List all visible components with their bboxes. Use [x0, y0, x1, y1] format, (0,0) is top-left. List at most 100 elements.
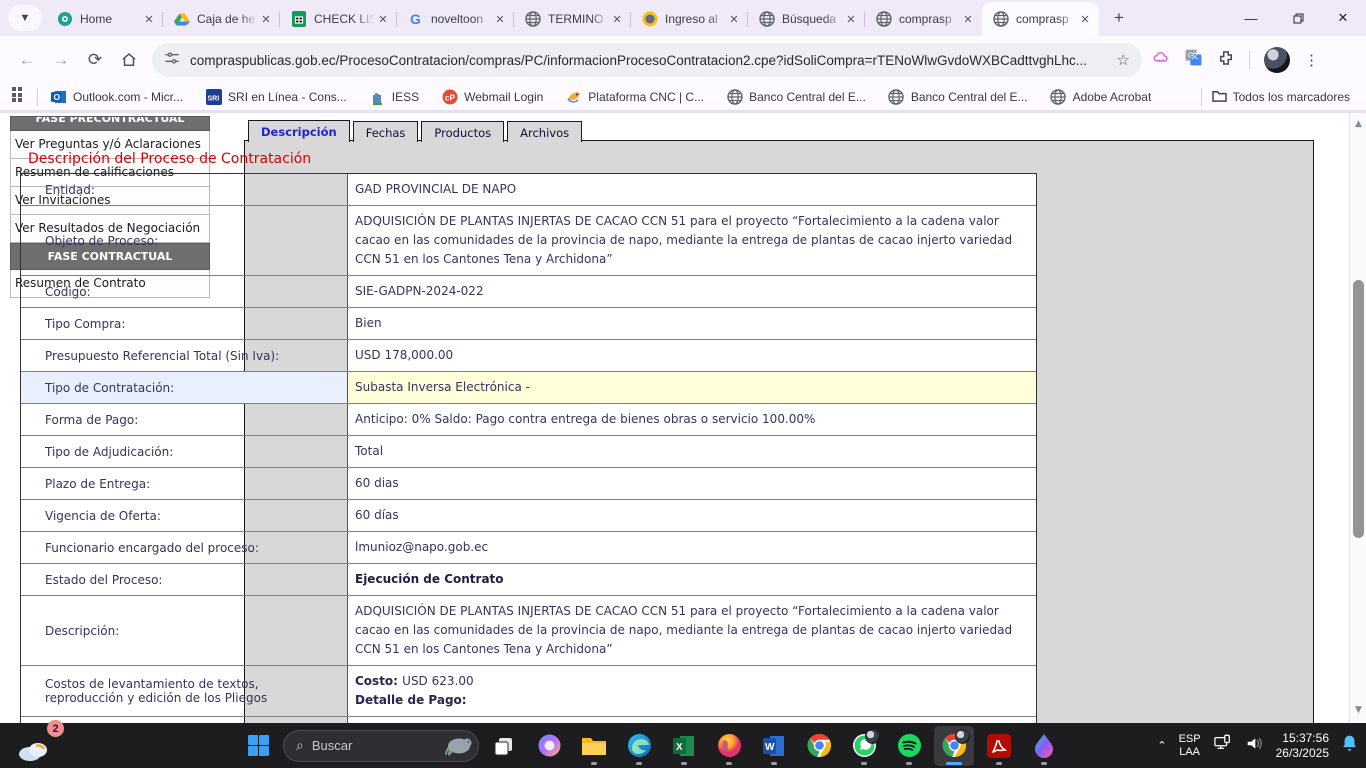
svg-text:SRI: SRI — [207, 96, 219, 103]
file-explorer-button[interactable] — [574, 726, 614, 766]
clock[interactable]: 15:37:56 26/3/2025 — [1276, 731, 1329, 761]
task-view-button[interactable] — [484, 726, 524, 766]
row-label: Descripción: — [21, 596, 348, 665]
tray-chevron-icon[interactable]: ⌃ — [1157, 739, 1166, 752]
url-bar[interactable]: compraspublicas.gob.ec/ProcesoContrataci… — [152, 43, 1142, 77]
tab-close-icon[interactable]: ✕ — [1077, 11, 1093, 27]
browser-tab[interactable]: Ingreso al✕ — [631, 2, 748, 36]
extensions-puzzle-icon[interactable] — [1217, 49, 1235, 72]
spotify-button[interactable] — [889, 726, 929, 766]
bookmark-star-icon[interactable]: ☆ — [1117, 51, 1130, 69]
bookmark-item[interactable]: SRISRI en Línea - Cons... — [205, 89, 347, 106]
search-highlight-image[interactable] — [434, 733, 474, 759]
scrollbar-thumb[interactable] — [1353, 280, 1364, 538]
bookmarks-right-divider — [1201, 88, 1202, 106]
translate-icon[interactable]: 文G — [1184, 48, 1203, 72]
close-window-button[interactable]: ✕ — [1320, 0, 1366, 36]
running-indicator — [946, 762, 962, 765]
back-icon[interactable]: ← — [10, 43, 44, 77]
paint-button[interactable] — [1024, 726, 1064, 766]
notification-bell-icon[interactable] — [1341, 734, 1358, 757]
apps-grid-icon[interactable] — [12, 87, 27, 107]
browser-tab[interactable]: comprasp✕ — [982, 2, 1099, 36]
language-indicator[interactable]: ESP LAA — [1179, 733, 1201, 759]
excel-button[interactable]: X — [664, 726, 704, 766]
volume-icon[interactable] — [1245, 735, 1264, 757]
bookmark-item[interactable]: cPWebmail Login — [441, 89, 543, 106]
row-label: Estado del Proceso: — [21, 564, 348, 595]
browser-tab[interactable]: Búsqueda✕ — [748, 2, 865, 36]
browser-tabstrip: ▼ Home✕Caja de he✕CHECK LIS✕Gnoveltoon✕T… — [0, 0, 1366, 36]
reload-icon[interactable]: ⟳ — [78, 43, 112, 77]
content-tab-archivos[interactable]: Archivos — [507, 121, 582, 142]
minimize-button[interactable]: — — [1228, 0, 1274, 36]
chrome-button[interactable] — [799, 726, 839, 766]
taskbar-search[interactable]: ⌕Buscar — [283, 730, 479, 762]
home-icon[interactable] — [112, 43, 146, 77]
globe-favicon — [992, 11, 1009, 28]
start-button[interactable] — [238, 726, 278, 766]
tab-close-icon[interactable]: ✕ — [258, 11, 274, 27]
network-icon[interactable] — [1213, 734, 1233, 757]
site-settings-icon[interactable] — [164, 50, 180, 71]
all-bookmarks-button[interactable]: Todos los marcadores — [1212, 89, 1350, 105]
word-button[interactable]: W — [754, 726, 794, 766]
tab-close-icon[interactable]: ✕ — [843, 11, 859, 27]
copilot-button[interactable] — [529, 726, 569, 766]
bookmark-item[interactable]: IESS — [369, 89, 419, 106]
content-tab-productos[interactable]: Productos — [421, 121, 504, 142]
menu-kebab-icon[interactable]: ⋮ — [1304, 51, 1319, 69]
tab-close-icon[interactable]: ✕ — [375, 11, 391, 27]
tab-close-icon[interactable]: ✕ — [141, 11, 157, 27]
browser-tab[interactable]: TERMINO✕ — [514, 2, 631, 36]
globe-favicon — [1050, 89, 1067, 106]
running-indicator — [681, 762, 687, 765]
globe-favicon — [524, 11, 541, 28]
running-indicator — [861, 762, 867, 765]
browser-tab[interactable]: Home✕ — [46, 2, 163, 36]
browser-tab[interactable]: Gnoveltoon✕ — [397, 2, 514, 36]
page-scrollbar[interactable]: ▲ ▼ — [1349, 113, 1366, 723]
forward-icon[interactable]: → — [44, 43, 78, 77]
svg-text:G: G — [1188, 52, 1194, 60]
bookmark-item[interactable]: Adobe Acrobat — [1050, 89, 1152, 106]
bookmark-item[interactable]: Plataforma CNC | C... — [565, 89, 704, 106]
browser-tab[interactable]: CHECK LIS✕ — [280, 2, 397, 36]
running-indicator — [996, 762, 1002, 765]
table-row: Tipo de Contratación:Subasta Inversa Ele… — [21, 372, 1036, 404]
tab-close-icon[interactable]: ✕ — [960, 11, 976, 27]
bookmark-item[interactable]: Banco Central del E... — [888, 89, 1028, 106]
firefox-button[interactable] — [709, 726, 749, 766]
content-tab-fechas[interactable]: Fechas — [353, 121, 419, 142]
all-bookmarks-label: Todos los marcadores — [1233, 90, 1350, 104]
chrome-profile-button[interactable] — [934, 726, 974, 766]
bookmark-item[interactable]: Banco Central del E... — [726, 89, 866, 106]
weather-widget[interactable]: 2 — [16, 726, 60, 766]
new-tab-button[interactable]: + — [1105, 4, 1133, 32]
browser-tab[interactable]: Caja de he✕ — [163, 2, 280, 36]
content-tab-descripcion[interactable]: Descripción — [248, 120, 350, 142]
running-indicator — [906, 762, 912, 765]
tab-close-icon[interactable]: ✕ — [609, 11, 625, 27]
tab-search-button[interactable]: ▼ — [8, 5, 42, 31]
acrobat-button[interactable] — [979, 726, 1019, 766]
running-indicator — [726, 762, 732, 765]
tray-time: 15:37:56 — [1276, 731, 1329, 746]
running-indicator — [591, 762, 597, 765]
extension-pink-icon[interactable] — [1152, 49, 1170, 72]
svg-text:X: X — [676, 742, 683, 753]
edge-button[interactable] — [619, 726, 659, 766]
bookmark-label: Outlook.com - Micr... — [73, 90, 183, 104]
search-icon: ⌕ — [296, 737, 304, 754]
scroll-up-icon[interactable]: ▲ — [1350, 119, 1366, 129]
bookmark-item[interactable]: OOutlook.com - Micr... — [50, 89, 183, 106]
profile-avatar[interactable] — [1264, 47, 1290, 73]
tab-close-icon[interactable]: ✕ — [492, 11, 508, 27]
tab-close-icon[interactable]: ✕ — [726, 11, 742, 27]
scroll-down-icon[interactable]: ▼ — [1350, 705, 1366, 715]
browser-tab[interactable]: comprasp✕ — [865, 2, 982, 36]
restore-button[interactable] — [1274, 0, 1320, 36]
url-text[interactable]: compraspublicas.gob.ec/ProcesoContrataci… — [190, 53, 1117, 68]
whatsapp-button[interactable] — [844, 726, 884, 766]
cnc-favicon — [565, 89, 582, 106]
